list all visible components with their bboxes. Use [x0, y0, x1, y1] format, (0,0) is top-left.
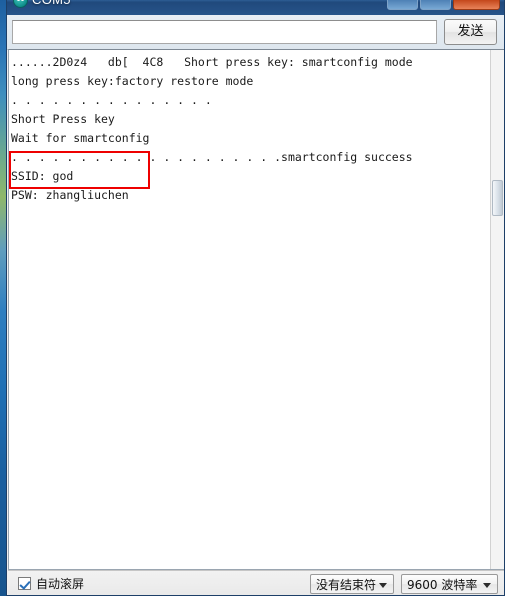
baud-rate-value: 9600 波特率 — [407, 577, 478, 592]
console-line: long press key:factory restore mode — [11, 74, 254, 88]
console-line: . . . . . . . . . . . . . . . — [11, 93, 212, 107]
minimize-icon[interactable] — [387, 0, 418, 10]
window-titlebar[interactable]: COM5 — [7, 0, 504, 15]
line-ending-value: 没有结束符 — [316, 577, 377, 592]
autoscroll-checkbox-icon[interactable] — [18, 577, 31, 590]
console-line: . . . . . . . . . . . . . . . . . . . .s… — [11, 150, 413, 164]
console-line: PSW: zhangliuchen — [11, 188, 129, 202]
send-button[interactable]: 发送 — [444, 19, 497, 45]
serial-monitor-icon — [13, 0, 28, 8]
console-line: ......2D0z4 db[ 4C8 Short press key: sma… — [11, 55, 413, 69]
maximize-icon[interactable] — [420, 0, 451, 10]
status-bar: 自动滚屏 没有结束符 9600 波特率 — [8, 570, 504, 595]
baud-rate-select[interactable]: 9600 波特率 — [401, 574, 498, 594]
console-output-area[interactable]: ......2D0z4 db[ 4C8 Short press key: sma… — [8, 49, 504, 570]
chevron-down-icon — [483, 583, 491, 588]
window-title: COM5 — [32, 0, 71, 7]
console-line: SSID: god — [11, 169, 74, 183]
console-text: ......2D0z4 db[ 4C8 Short press key: sma… — [9, 50, 489, 569]
autoscroll-label: 自动滚屏 — [36, 577, 85, 591]
icon-eye-left — [17, 0, 20, 1]
console-line: Short Press key — [11, 112, 115, 126]
window-controls — [387, 0, 500, 10]
line-ending-select[interactable]: 没有结束符 — [310, 574, 394, 594]
serial-monitor-window: COM5 发送 ......2D0z4 db[ 4C8 Short press … — [6, 0, 505, 596]
icon-eye-right — [21, 0, 24, 1]
send-input[interactable] — [12, 20, 437, 44]
console-scrollbar-thumb[interactable] — [492, 180, 503, 216]
close-icon[interactable] — [453, 0, 500, 10]
console-line: Wait for smartconfig — [11, 131, 150, 145]
autoscroll-toggle[interactable]: 自动滚屏 — [18, 575, 84, 592]
console-scrollbar[interactable] — [490, 50, 504, 569]
send-toolbar: 发送 — [7, 15, 504, 50]
chevron-down-icon — [379, 583, 387, 588]
